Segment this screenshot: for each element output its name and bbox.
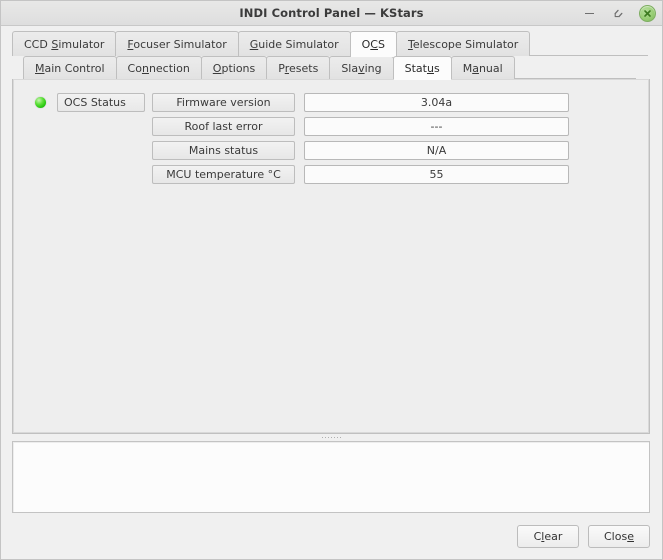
property-row: OCS Status Firmware version 3.04a (35, 93, 649, 112)
tab-label: Presets (278, 61, 319, 75)
tab-label: Guide Simulator (249, 37, 339, 51)
close-button-label: Close (604, 530, 634, 543)
device-tab-bar: CCD Simulator Focuser Simulator Guide Si… (1, 31, 662, 57)
clear-button[interactable]: Clear (517, 525, 579, 548)
status-led-cell (35, 145, 57, 156)
indi-control-panel-window: INDI Control Panel — KStars CCD Simulato… (0, 0, 663, 560)
status-led-placeholder-icon (35, 169, 46, 180)
tab-slaving[interactable]: Slaving (329, 56, 394, 79)
tab-label: Options (212, 61, 256, 75)
property-group-label: OCS Status (57, 93, 145, 112)
property-value-mains-status: N/A (304, 141, 569, 160)
tab-connection[interactable]: Connection (115, 56, 202, 79)
property-group-spacer (57, 165, 145, 184)
window-title: INDI Control Panel — KStars (239, 6, 424, 20)
tab-label: Main Control (35, 61, 105, 75)
property-value-mcu-temperature: 55 (304, 165, 569, 184)
close-button[interactable]: Close (588, 525, 650, 548)
tab-options[interactable]: Options (200, 56, 268, 79)
splitter-grip-icon (321, 437, 341, 438)
clear-button-label: Clear (533, 530, 563, 543)
tab-label: OCS (361, 37, 385, 51)
log-output-area[interactable] (12, 441, 650, 513)
maximize-icon[interactable] (610, 5, 627, 22)
property-label-mains-status[interactable]: Mains status (152, 141, 295, 160)
panel-wrapper: Main Control Connection Options Presets … (1, 56, 662, 514)
status-led-icon (35, 97, 46, 108)
status-led-cell (35, 121, 57, 132)
tab-label: Status (404, 61, 440, 75)
dialog-button-bar: Clear Close (1, 514, 662, 559)
panel-splitter[interactable] (12, 434, 650, 441)
tab-status[interactable]: Status (392, 56, 452, 80)
tab-presets[interactable]: Presets (266, 56, 331, 79)
tab-label: Slaving (341, 61, 382, 75)
tab-ocs[interactable]: OCS (349, 31, 397, 57)
tab-ccd-simulator[interactable]: CCD Simulator (12, 31, 117, 56)
close-icon[interactable] (639, 4, 656, 22)
tab-label: Telescope Simulator (407, 37, 519, 51)
title-bar: INDI Control Panel — KStars (1, 1, 662, 26)
property-panel: OCS Status Firmware version 3.04a Roof l… (12, 79, 650, 434)
tab-label: Focuser Simulator (127, 37, 227, 51)
tab-label: Manual (462, 61, 503, 75)
property-value-firmware-version: 3.04a (304, 93, 569, 112)
property-value-roof-last-error: --- (304, 117, 569, 136)
tab-manual[interactable]: Manual (450, 56, 515, 79)
minimize-icon[interactable] (581, 5, 598, 22)
status-led-cell (35, 97, 57, 108)
property-row: Roof last error --- (35, 117, 649, 136)
status-led-placeholder-icon (35, 145, 46, 156)
property-label-roof-last-error[interactable]: Roof last error (152, 117, 295, 136)
property-row: MCU temperature °C 55 (35, 165, 649, 184)
tab-main-control[interactable]: Main Control (23, 56, 117, 79)
property-label-mcu-temperature[interactable]: MCU temperature °C (152, 165, 295, 184)
tab-telescope-simulator[interactable]: Telescope Simulator (395, 31, 531, 56)
property-group-spacer (57, 141, 145, 160)
tab-focuser-simulator[interactable]: Focuser Simulator (115, 31, 239, 56)
status-led-placeholder-icon (35, 121, 46, 132)
section-tab-bar: Main Control Connection Options Presets … (12, 56, 650, 80)
property-grid: OCS Status Firmware version 3.04a Roof l… (13, 93, 649, 184)
property-group-spacer (57, 117, 145, 136)
tab-guide-simulator[interactable]: Guide Simulator (237, 31, 351, 56)
status-led-cell (35, 169, 57, 180)
tab-label: Connection (127, 61, 190, 75)
property-label-firmware-version[interactable]: Firmware version (152, 93, 295, 112)
window-controls (581, 1, 656, 25)
property-row: Mains status N/A (35, 141, 649, 160)
tab-label: CCD Simulator (24, 37, 105, 51)
